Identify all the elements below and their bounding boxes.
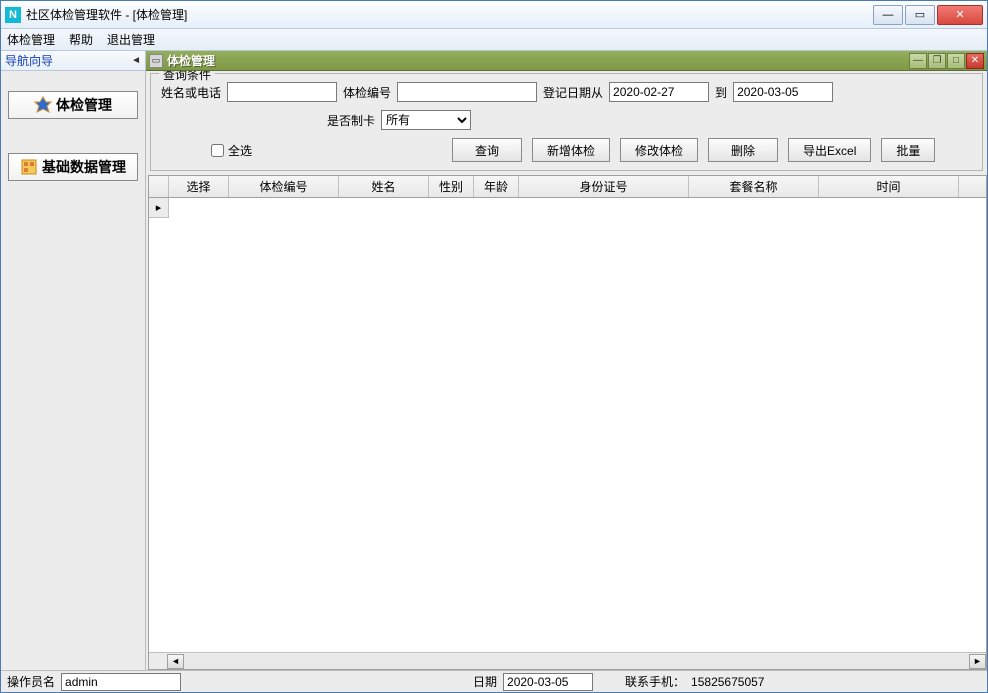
horizontal-scrollbar[interactable]: ◄ ► (149, 652, 986, 669)
input-date-from[interactable] (609, 82, 709, 102)
sidebar-item-label: 体检管理 (56, 95, 112, 115)
batch-button[interactable]: 批量 (881, 138, 935, 162)
label-reg-date-from: 登记日期从 (543, 84, 603, 101)
input-name-phone[interactable] (227, 82, 337, 102)
label-to: 到 (715, 84, 727, 101)
nav-collapse-icon[interactable]: ◄ (131, 55, 141, 66)
window-title: 社区体检管理软件 - [体检管理] (26, 6, 873, 23)
mdi-restore-button[interactable]: ❐ (928, 53, 946, 69)
maximize-button[interactable]: ▭ (905, 5, 935, 25)
nav-wizard-label: 导航向导 (5, 52, 53, 69)
mdi-system-icon[interactable]: ▭ (149, 54, 163, 68)
exam-icon (34, 96, 52, 114)
query-legend: 查询条件 (159, 71, 215, 83)
grid-col-time[interactable]: 时间 (819, 176, 959, 197)
scroll-track[interactable] (184, 654, 969, 669)
mdi-titlebar: ▭ 体检管理 — ❐ □ ✕ (146, 51, 987, 71)
select-all-box[interactable] (211, 144, 224, 157)
grid-col-indicator[interactable] (149, 176, 169, 197)
close-button[interactable]: ✕ (937, 5, 983, 25)
edit-exam-button[interactable]: 修改体检 (620, 138, 698, 162)
grid-col-exam_no[interactable]: 体检编号 (229, 176, 339, 197)
data-icon (20, 158, 38, 176)
label-is-card: 是否制卡 (327, 112, 375, 129)
search-button[interactable]: 查询 (452, 138, 522, 162)
grid-header: 选择体检编号姓名性别年龄身份证号套餐名称时间 (149, 176, 986, 198)
menubar: 体检管理 帮助 退出管理 (1, 29, 987, 51)
input-date-to[interactable] (733, 82, 833, 102)
sidebar: 体检管理 基础数据管理 (1, 71, 146, 670)
scroll-left-button[interactable]: ◄ (167, 654, 184, 669)
mdi-maximize-button[interactable]: □ (947, 53, 965, 69)
input-exam-no[interactable] (397, 82, 537, 102)
nav-wizard-header[interactable]: 导航向导 ◄ (1, 51, 146, 71)
query-fieldset: 查询条件 姓名或电话 体检编号 登记日期从 到 是否制卡 所有 (150, 73, 983, 171)
grid-col-age[interactable]: 年龄 (474, 176, 519, 197)
grid-col-name[interactable]: 姓名 (339, 176, 429, 197)
checkbox-select-all[interactable]: 全选 (211, 142, 252, 159)
sidebar-item-label: 基础数据管理 (42, 157, 126, 177)
menu-exam-mgmt[interactable]: 体检管理 (7, 31, 55, 48)
status-contact-label: 联系手机： (625, 673, 685, 690)
grid-body: ▸ (149, 198, 986, 652)
status-operator-label: 操作员名 (7, 673, 55, 690)
status-contact-value: 15825675057 (691, 675, 764, 689)
row-indicator: ▸ (149, 198, 169, 218)
menu-exit[interactable]: 退出管理 (107, 31, 155, 48)
add-exam-button[interactable]: 新增体检 (532, 138, 610, 162)
export-excel-button[interactable]: 导出Excel (788, 138, 871, 162)
delete-button[interactable]: 删除 (708, 138, 778, 162)
mdi-minimize-button[interactable]: — (909, 53, 927, 69)
select-is-card[interactable]: 所有 (381, 110, 471, 130)
label-exam-no: 体检编号 (343, 84, 391, 101)
grid-col-gender[interactable]: 性别 (429, 176, 474, 197)
grid-col-package[interactable]: 套餐名称 (689, 176, 819, 197)
scroll-right-button[interactable]: ► (969, 654, 986, 669)
mdi-title: 体检管理 (167, 52, 909, 69)
grid-col-id_no[interactable]: 身份证号 (519, 176, 689, 197)
sidebar-item-exam-mgmt[interactable]: 体检管理 (8, 91, 138, 119)
status-date-label: 日期 (473, 673, 497, 690)
menu-help[interactable]: 帮助 (69, 31, 93, 48)
sidebar-item-base-data[interactable]: 基础数据管理 (8, 153, 138, 181)
statusbar: 操作员名 日期 联系手机： 15825675057 (1, 670, 987, 692)
grid-col-select[interactable]: 选择 (169, 176, 229, 197)
app-icon: N (5, 7, 21, 23)
select-all-label: 全选 (228, 142, 252, 159)
titlebar: N 社区体检管理软件 - [体检管理] — ▭ ✕ (1, 1, 987, 29)
status-date-value[interactable] (503, 673, 593, 691)
status-operator-value[interactable] (61, 673, 181, 691)
minimize-button[interactable]: — (873, 5, 903, 25)
mdi-close-button[interactable]: ✕ (966, 53, 984, 69)
data-grid[interactable]: 选择体检编号姓名性别年龄身份证号套餐名称时间 ▸ ◄ ► (148, 175, 987, 670)
label-name-phone: 姓名或电话 (161, 84, 221, 101)
